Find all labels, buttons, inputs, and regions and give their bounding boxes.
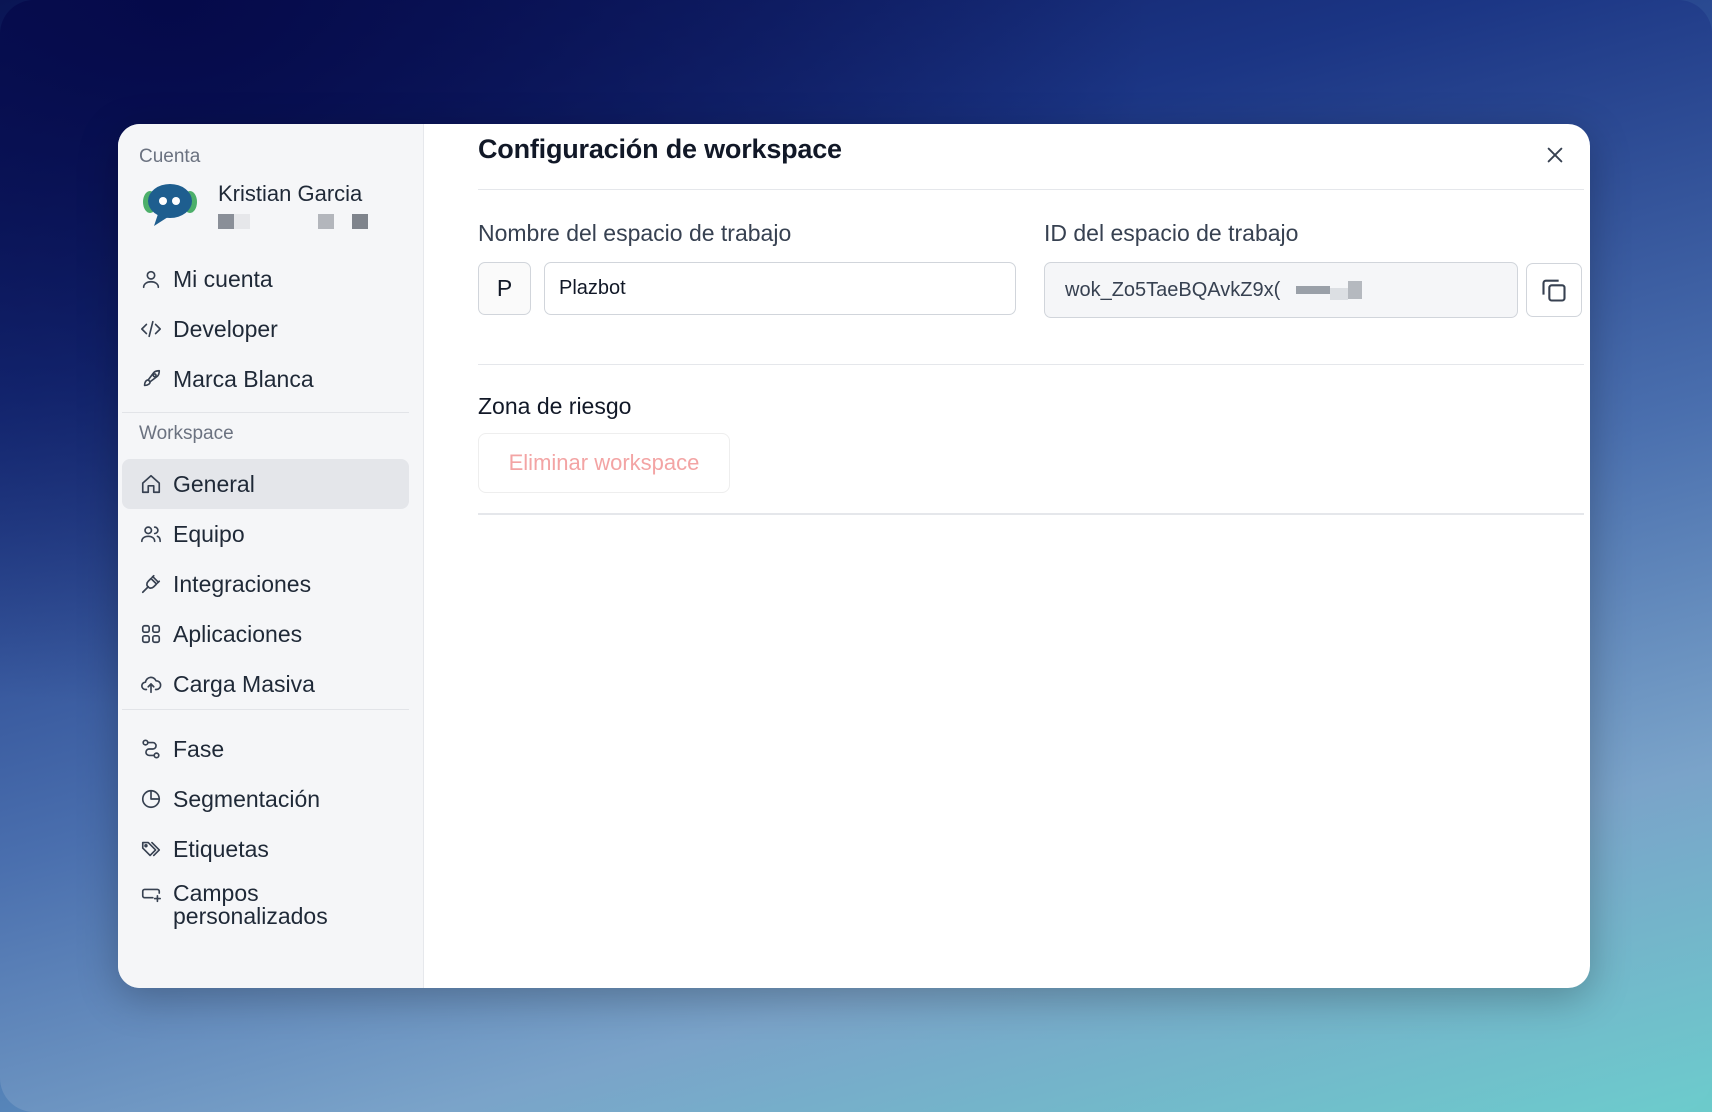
sidebar-item-equipo[interactable]: Equipo xyxy=(122,509,409,559)
workspace-name-input[interactable]: Plazbot xyxy=(544,262,1016,315)
sidebar-item-etiquetas[interactable]: Etiquetas xyxy=(122,824,409,874)
pie-chart-icon xyxy=(139,787,163,811)
sidebar-item-fase[interactable]: Fase xyxy=(122,724,409,774)
sidebar-item-label: Aplicaciones xyxy=(173,620,303,647)
route-icon xyxy=(139,737,163,761)
sidebar-item-label-line2: personalizados xyxy=(173,903,328,929)
sidebar-item-marca-blanca[interactable]: Marca Blanca xyxy=(122,354,409,404)
users-icon xyxy=(139,522,163,546)
custom-field-icon xyxy=(139,882,163,906)
workspace-initial-avatar[interactable]: P xyxy=(478,262,531,315)
sidebar-item-label: Equipo xyxy=(173,520,245,547)
home-icon xyxy=(139,472,163,496)
account-name: Kristian Garcia xyxy=(218,181,363,206)
sidebar-item-carga-masiva[interactable]: Carga Masiva xyxy=(122,659,409,709)
sidebar-item-label: Developer xyxy=(173,315,278,342)
sidebar-item-label: Etiquetas xyxy=(173,835,269,862)
sidebar-item-label: General xyxy=(173,470,255,497)
settings-sidebar: Cuenta Kristian Garcia Mi cuenta Develop… xyxy=(118,124,424,988)
workspace-id-label: ID del espacio de trabajo xyxy=(1044,220,1299,246)
cloud-upload-icon xyxy=(139,672,163,696)
account-email-redacted xyxy=(218,214,368,229)
sidebar-item-segmentacion[interactable]: Segmentación xyxy=(122,774,409,824)
danger-zone-label: Zona de riesgo xyxy=(478,393,632,419)
sidebar-item-label: Campos personalizados xyxy=(173,882,328,928)
sidebar-item-integraciones[interactable]: Integraciones xyxy=(122,559,409,609)
sidebar-item-developer[interactable]: Developer xyxy=(122,304,409,354)
grid-icon xyxy=(139,622,163,646)
user-icon xyxy=(139,267,163,291)
sidebar-item-general[interactable]: General xyxy=(122,459,409,509)
copy-icon xyxy=(1542,279,1566,302)
workspace-id-field[interactable]: wok_Zo5TaeBQAvkZ9x( xyxy=(1044,262,1519,318)
workspace-id-value: wok_Zo5TaeBQAvkZ9x( xyxy=(1065,278,1281,301)
avatar xyxy=(140,180,200,232)
sidebar-item-aplicaciones[interactable]: Aplicaciones xyxy=(122,609,409,659)
sidebar-item-label: Mi cuenta xyxy=(173,265,273,292)
sidebar-item-mi-cuenta[interactable]: Mi cuenta xyxy=(122,254,409,304)
settings-modal: Cuenta Kristian Garcia Mi cuenta Develop… xyxy=(118,124,1590,988)
workspace-fields: Nombre del espacio de trabajo P Plazbot … xyxy=(478,218,1584,318)
modal-header: Configuración de workspace xyxy=(478,124,1584,190)
sidebar-item-label: Segmentación xyxy=(173,785,321,812)
page-title: Configuración de workspace xyxy=(478,134,842,164)
copy-id-button[interactable] xyxy=(1526,263,1582,317)
sidebar-item-campos-personalizados[interactable]: Campos personalizados xyxy=(122,874,409,946)
tags-icon xyxy=(139,837,163,861)
section-divider xyxy=(478,364,1584,365)
settings-content: Configuración de workspace Nombre del es… xyxy=(424,124,1590,988)
sidebar-divider xyxy=(122,709,409,710)
delete-workspace-button[interactable]: Eliminar workspace xyxy=(478,433,730,493)
code-icon xyxy=(139,317,163,341)
sidebar-item-label-line1: Campos xyxy=(173,880,259,906)
workspace-id-redacted xyxy=(1296,280,1363,300)
sidebar-item-label: Carga Masiva xyxy=(173,670,315,697)
sidebar-item-label: Fase xyxy=(173,735,225,762)
close-button[interactable] xyxy=(1540,140,1570,170)
chat-bot-logo-icon xyxy=(143,184,197,226)
workspace-name-label: Nombre del espacio de trabajo xyxy=(478,220,792,246)
account-section-label: Cuenta xyxy=(139,146,201,167)
rocket-icon xyxy=(139,367,163,391)
sidebar-item-label: Integraciones xyxy=(173,570,312,597)
workspace-section-label: Workspace xyxy=(139,423,234,444)
account-card: Kristian Garcia xyxy=(122,170,409,254)
section-divider xyxy=(478,513,1584,515)
sidebar-divider xyxy=(122,412,409,413)
close-icon xyxy=(1547,147,1563,163)
sidebar-item-label: Marca Blanca xyxy=(173,365,314,392)
plug-icon xyxy=(139,572,163,596)
